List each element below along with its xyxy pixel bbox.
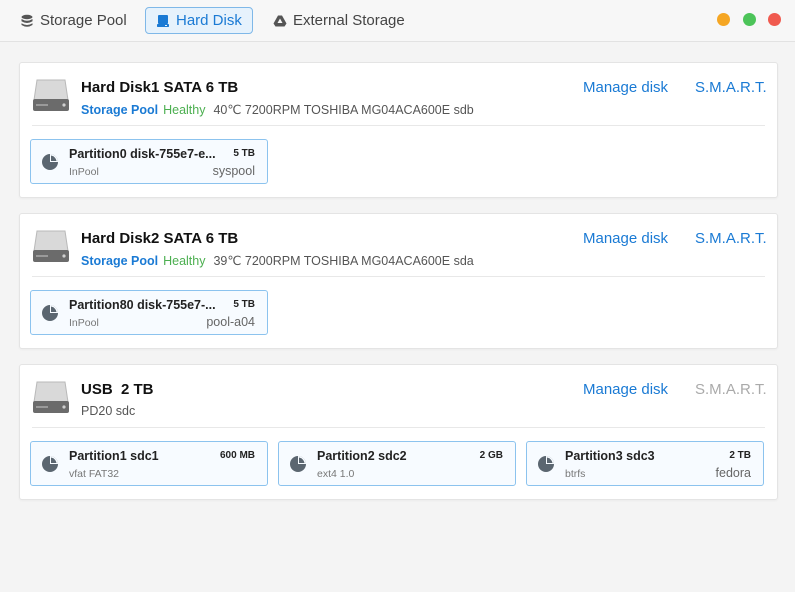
pie-chart-icon [538,456,554,472]
partition-card[interactable]: Partition0 disk-755e7-e... 5 TB InPool s… [30,139,268,184]
disk-subtitle: PD20 sdc [81,404,135,418]
hard-drive-icon [33,381,69,413]
partition-card[interactable]: Partition2 sdc2 2 GB ext4 1.0 [278,441,516,486]
hard-disk-icon [157,14,169,27]
pie-chart-icon [42,456,58,472]
disk-card: USB 2 TB PD20 sdc Manage disk S.M.A.R.T.… [19,364,778,500]
pie-chart-icon [290,456,306,472]
tab-hard-disk[interactable]: Hard Disk [145,7,253,34]
minimize-button[interactable] [717,13,730,26]
health-status: Healthy [163,103,206,117]
partition-pool: syspool [212,164,255,178]
disk-card: Hard Disk1 SATA 6 TB Storage Pool Healthy… [19,62,778,198]
tab-label: External Storage [293,12,405,29]
tab-label: Storage Pool [40,12,127,29]
manage-disk-link[interactable]: Manage disk [583,381,668,398]
partition-size: 5 TB [233,299,255,310]
partition-card[interactable]: Partition1 sdc1 600 MB vfat FAT32 [30,441,268,486]
partition-pool: pool-a04 [206,315,255,329]
pie-chart-icon [42,154,58,170]
partition-name: Partition80 disk-755e7-... [69,298,216,312]
partition-card[interactable]: Partition80 disk-755e7-... 5 TB InPool p… [30,290,268,335]
partition-name: Partition3 sdc3 [565,449,655,463]
partition-size: 5 TB [233,148,255,159]
disk-title: Hard Disk1 SATA 6 TB [81,79,239,96]
storage-pool-link[interactable]: Storage Pool [81,254,158,268]
disk-subtitle: Storage Pool Healthy 39℃ 7200RPM TOSHIBA M… [81,253,474,268]
partition-pool: fedora [715,466,751,480]
smart-link[interactable]: S.M.A.R.T. [695,230,767,247]
disk-title: USB 2 TB [81,381,154,398]
tab-label: Hard Disk [176,12,242,29]
partition-filesystem: btrfs [565,468,586,480]
manage-disk-link[interactable]: Manage disk [583,230,668,247]
health-status: Healthy [163,254,206,268]
disk-subtitle: Storage Pool Healthy 40℃ 7200RPM TOSHIBA M… [81,102,474,117]
title-bar: Storage Pool Hard Disk External Storage [0,0,795,42]
tab-external-storage[interactable]: External Storage [266,7,412,34]
partition-size: 2 TB [729,450,751,461]
disk-details: 40℃ 7200RPM TOSHIBA MG04ACA600E sdb [213,103,474,117]
partition-filesystem: InPool [69,317,99,329]
partition-filesystem: InPool [69,166,99,178]
hard-drive-icon [33,79,69,111]
smart-link: S.M.A.R.T. [695,381,767,398]
divider [32,125,765,126]
partition-size: 2 GB [479,450,503,461]
disk-card: Hard Disk2 SATA 6 TB Storage Pool Healthy… [19,213,778,349]
pie-chart-icon [42,305,58,321]
partition-filesystem: vfat FAT32 [69,468,119,480]
disk-title: Hard Disk2 SATA 6 TB [81,230,239,247]
disk-details: 39℃ 7200RPM TOSHIBA MG04ACA600E sda [213,254,474,268]
partition-name: Partition1 sdc1 [69,449,159,463]
manage-disk-link[interactable]: Manage disk [583,79,668,96]
database-icon [21,14,33,27]
partition-name: Partition2 sdc2 [317,449,407,463]
divider [32,427,765,428]
tab-storage-pool[interactable]: Storage Pool [13,7,134,34]
disk-details: PD20 sdc [81,404,136,418]
maximize-button[interactable] [743,13,756,26]
drive-triangle-icon [273,15,287,26]
hard-drive-icon [33,230,69,262]
smart-link[interactable]: S.M.A.R.T. [695,79,767,96]
divider [32,276,765,277]
partition-size: 600 MB [219,450,255,461]
storage-pool-link[interactable]: Storage Pool [81,103,158,117]
partition-filesystem: ext4 1.0 [317,468,355,480]
partition-name: Partition0 disk-755e7-e... [69,147,216,161]
close-button[interactable] [768,13,781,26]
partition-card[interactable]: Partition3 sdc3 2 TB btrfs fedora [526,441,764,486]
